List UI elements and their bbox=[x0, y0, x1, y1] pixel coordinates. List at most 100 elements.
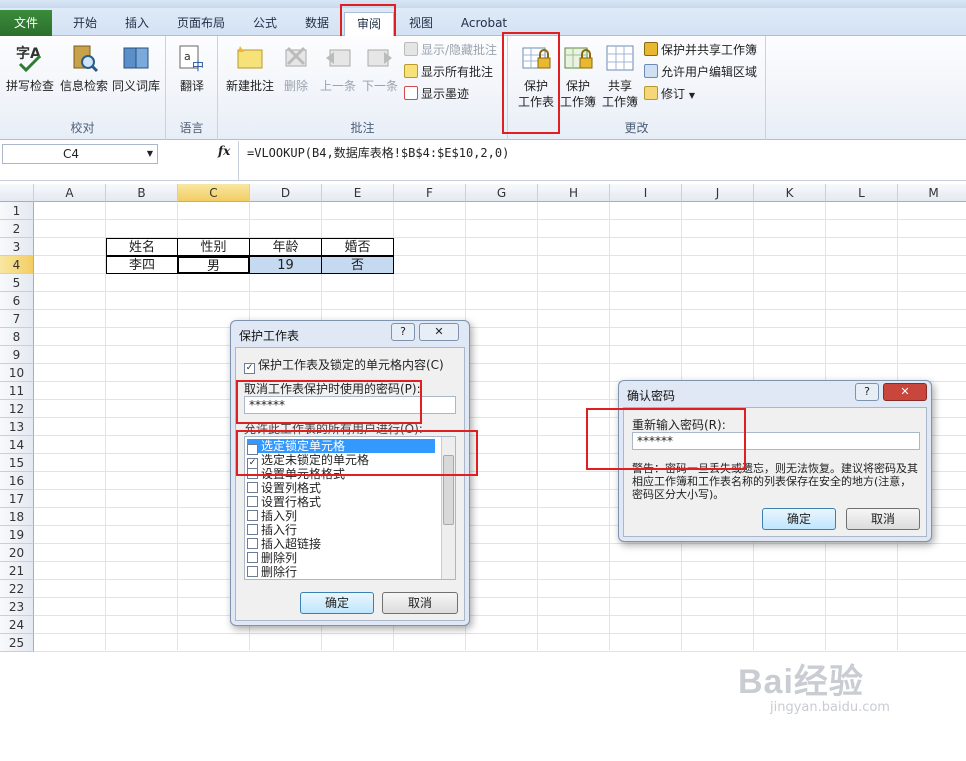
checkbox-unchecked[interactable] bbox=[247, 566, 258, 577]
spell-check-button[interactable]: 字A 拼写检查 bbox=[4, 42, 56, 94]
cell-b4[interactable]: 李四 bbox=[106, 256, 178, 274]
row-header-18[interactable]: 18 bbox=[0, 508, 34, 526]
checkbox-unchecked[interactable] bbox=[247, 552, 258, 563]
checkbox-unchecked[interactable] bbox=[247, 496, 258, 507]
row-header-17[interactable]: 17 bbox=[0, 490, 34, 508]
cell-d4[interactable]: 19 bbox=[249, 256, 322, 274]
column-header-b[interactable]: B bbox=[106, 184, 178, 202]
help-button[interactable]: ? bbox=[855, 383, 879, 401]
row-header-3[interactable]: 3 bbox=[0, 238, 34, 256]
row-header-10[interactable]: 10 bbox=[0, 364, 34, 382]
row-header-9[interactable]: 9 bbox=[0, 346, 34, 364]
column-header-h[interactable]: H bbox=[538, 184, 610, 202]
checkbox-unchecked[interactable] bbox=[247, 482, 258, 493]
show-hide-comment-button[interactable]: 显示/隐藏批注 bbox=[404, 40, 497, 60]
row-header-23[interactable]: 23 bbox=[0, 598, 34, 616]
column-header-m[interactable]: M bbox=[898, 184, 966, 202]
tab-data[interactable]: 数据 bbox=[294, 12, 340, 36]
close-button[interactable]: ✕ bbox=[883, 383, 927, 401]
checkbox-unchecked[interactable] bbox=[247, 524, 258, 535]
new-comment-button[interactable]: 新建批注 bbox=[222, 42, 278, 94]
protect-share-workbook-button[interactable]: 保护并共享工作簿 bbox=[644, 40, 757, 60]
translate-button[interactable]: a中 翻译 bbox=[166, 42, 218, 94]
close-button[interactable]: ✕ bbox=[419, 323, 459, 341]
protect-workbook-button[interactable]: 保护 工作簿 bbox=[556, 42, 600, 110]
column-header-l[interactable]: L bbox=[826, 184, 898, 202]
row-header-12[interactable]: 12 bbox=[0, 400, 34, 418]
tab-insert[interactable]: 插入 bbox=[112, 12, 162, 36]
column-header-k[interactable]: K bbox=[754, 184, 826, 202]
column-header-a[interactable]: A bbox=[34, 184, 106, 202]
previous-comment-icon bbox=[322, 42, 354, 74]
checkbox-checked[interactable]: ✓ bbox=[244, 363, 255, 374]
cell-c3[interactable]: 性别 bbox=[177, 238, 250, 256]
column-header-i[interactable]: I bbox=[610, 184, 682, 202]
permission-option[interactable]: 设置行格式 bbox=[247, 495, 435, 509]
cancel-button[interactable]: 取消 bbox=[382, 592, 458, 614]
ok-button[interactable]: 确定 bbox=[762, 508, 836, 530]
column-header-d[interactable]: D bbox=[250, 184, 322, 202]
row-header-20[interactable]: 20 bbox=[0, 544, 34, 562]
tab-page-layout[interactable]: 页面布局 bbox=[170, 12, 232, 36]
row-header-11[interactable]: 11 bbox=[0, 382, 34, 400]
row-header-24[interactable]: 24 bbox=[0, 616, 34, 634]
thesaurus-button[interactable]: 同义词库 bbox=[110, 42, 162, 94]
name-box[interactable]: C4 ▼ bbox=[2, 144, 158, 164]
select-all-corner[interactable] bbox=[0, 184, 34, 202]
row-header-5[interactable]: 5 bbox=[0, 274, 34, 292]
row-header-4[interactable]: 4 bbox=[0, 256, 34, 274]
checkbox-unchecked[interactable] bbox=[247, 510, 258, 521]
column-header-c[interactable]: C bbox=[178, 184, 250, 202]
research-button[interactable]: 信息检索 bbox=[58, 42, 110, 94]
svg-text:中: 中 bbox=[192, 58, 204, 73]
permission-option[interactable]: 删除列 bbox=[247, 551, 435, 565]
track-changes-button[interactable]: 修订 ▼ bbox=[644, 84, 695, 104]
permission-option[interactable]: 插入超链接 bbox=[247, 537, 435, 551]
row-header-25[interactable]: 25 bbox=[0, 634, 34, 652]
permission-option[interactable]: 设置列格式 bbox=[247, 481, 435, 495]
row-header-21[interactable]: 21 bbox=[0, 562, 34, 580]
column-header-j[interactable]: J bbox=[682, 184, 754, 202]
next-comment-button[interactable]: 下一条 bbox=[358, 42, 402, 94]
row-header-19[interactable]: 19 bbox=[0, 526, 34, 544]
fx-icon[interactable]: fx bbox=[218, 144, 230, 158]
previous-comment-button[interactable]: 上一条 bbox=[316, 42, 360, 94]
row-header-8[interactable]: 8 bbox=[0, 328, 34, 346]
row-header-15[interactable]: 15 bbox=[0, 454, 34, 472]
permission-option[interactable]: 删除行 bbox=[247, 565, 435, 579]
cell-d3[interactable]: 年龄 bbox=[249, 238, 322, 256]
tab-file[interactable]: 文件 bbox=[0, 10, 52, 36]
cancel-button[interactable]: 取消 bbox=[846, 508, 920, 530]
row-header-6[interactable]: 6 bbox=[0, 292, 34, 310]
permission-option[interactable]: 插入行 bbox=[247, 523, 435, 537]
column-header-e[interactable]: E bbox=[322, 184, 394, 202]
ok-button[interactable]: 确定 bbox=[300, 592, 374, 614]
row-header-22[interactable]: 22 bbox=[0, 580, 34, 598]
checkbox-unchecked[interactable] bbox=[247, 538, 258, 549]
tab-view[interactable]: 视图 bbox=[398, 12, 444, 36]
allow-edit-ranges-button[interactable]: 允许用户编辑区域 bbox=[644, 62, 757, 82]
cell-c4[interactable]: 男 bbox=[177, 256, 250, 274]
row-header-7[interactable]: 7 bbox=[0, 310, 34, 328]
column-header-f[interactable]: F bbox=[394, 184, 466, 202]
protect-checkbox-row[interactable]: ✓ 保护工作表及锁定的单元格内容(C) bbox=[244, 356, 444, 374]
share-workbook-button[interactable]: 共享 工作簿 bbox=[598, 42, 642, 110]
tab-formulas[interactable]: 公式 bbox=[240, 12, 290, 36]
permission-option[interactable]: 插入列 bbox=[247, 509, 435, 523]
help-button[interactable]: ? bbox=[391, 323, 415, 341]
delete-comment-button[interactable]: 删除 bbox=[276, 42, 316, 94]
row-header-13[interactable]: 13 bbox=[0, 418, 34, 436]
cell-e3[interactable]: 婚否 bbox=[321, 238, 394, 256]
help-icon: ? bbox=[864, 385, 870, 398]
show-all-comments-button[interactable]: 显示所有批注 bbox=[404, 62, 493, 82]
row-header-14[interactable]: 14 bbox=[0, 436, 34, 454]
cell-e4[interactable]: 否 bbox=[321, 256, 394, 274]
cell-b3[interactable]: 姓名 bbox=[106, 238, 178, 256]
row-header-2[interactable]: 2 bbox=[0, 220, 34, 238]
show-ink-button[interactable]: 显示墨迹 bbox=[404, 84, 469, 104]
row-header-16[interactable]: 16 bbox=[0, 472, 34, 490]
row-header-1[interactable]: 1 bbox=[0, 202, 34, 220]
column-header-g[interactable]: G bbox=[466, 184, 538, 202]
formula-input[interactable]: =VLOOKUP(B4,数据库表格!$B$4:$E$10,2,0) bbox=[238, 141, 966, 181]
tab-home[interactable]: 开始 bbox=[60, 12, 110, 36]
